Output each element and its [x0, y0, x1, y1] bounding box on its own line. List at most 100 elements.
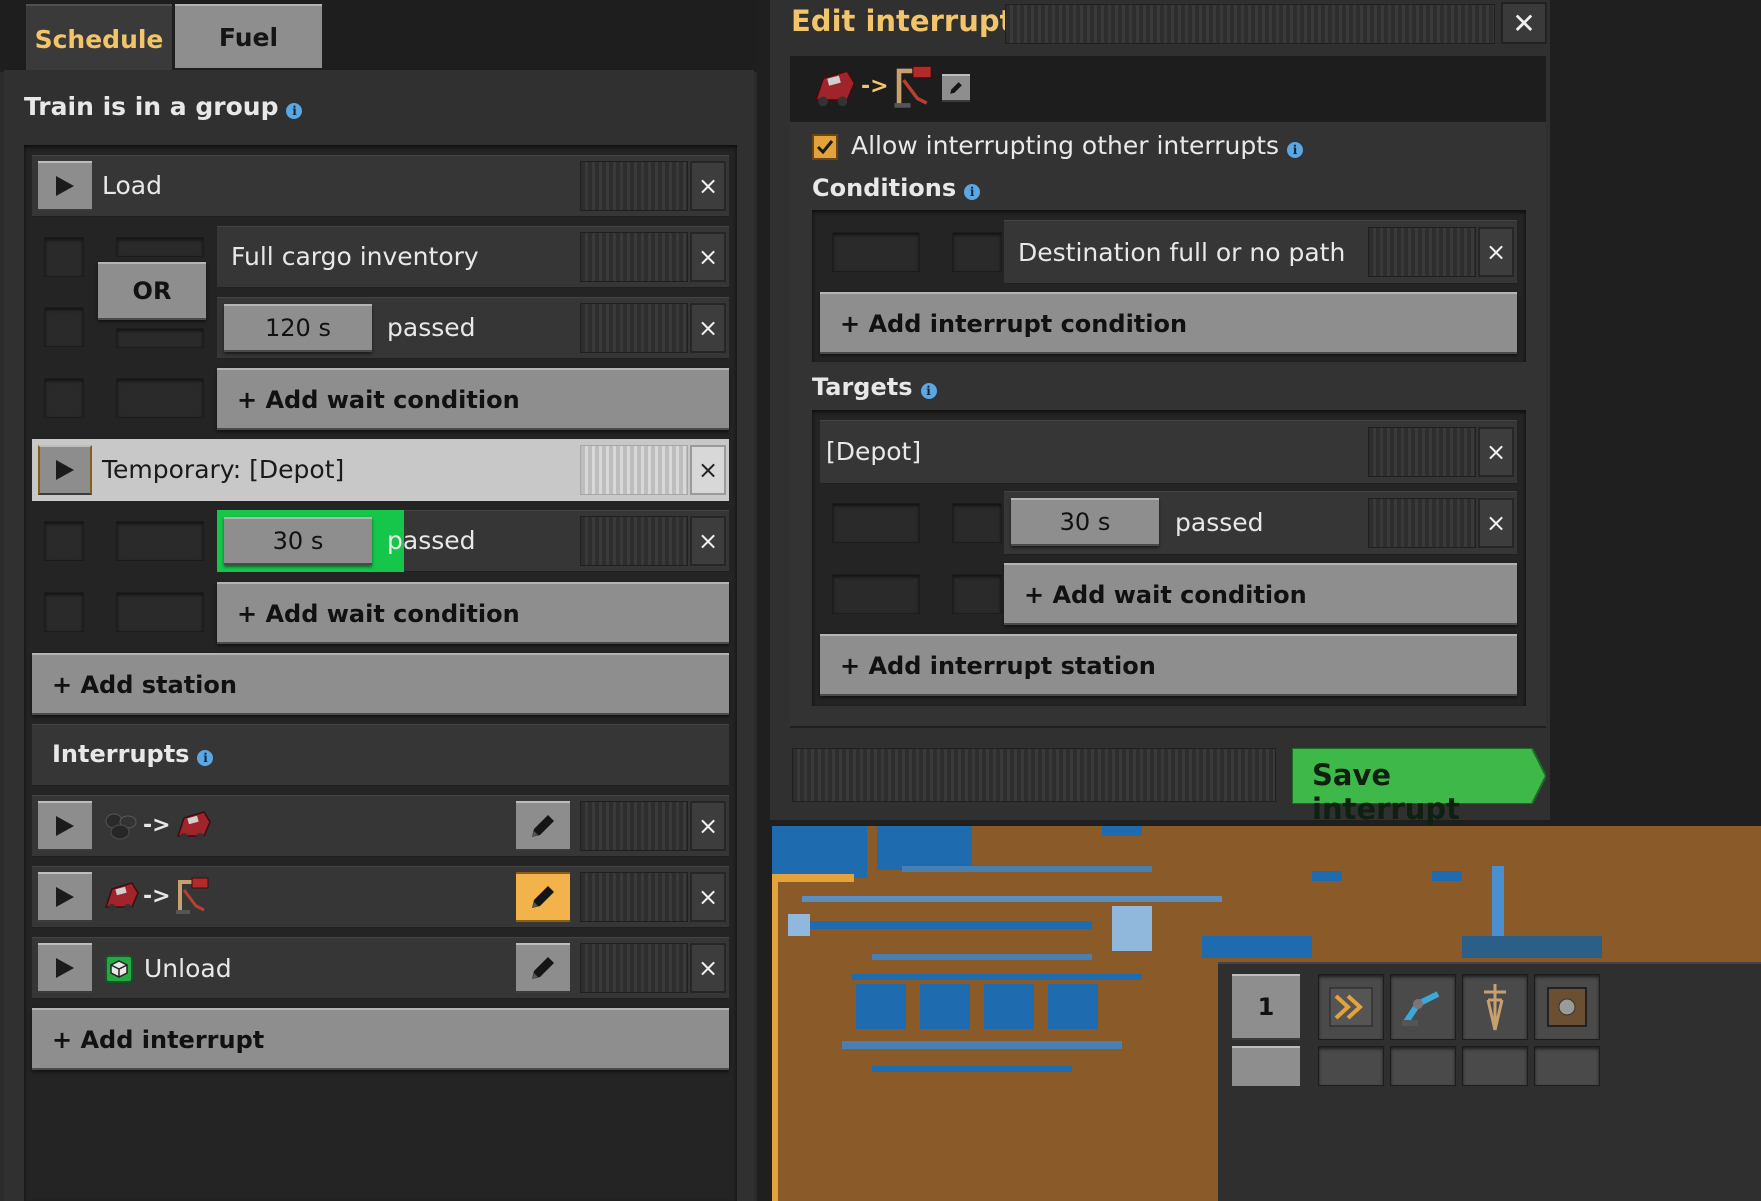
edit-interrupt-button[interactable] [516, 801, 570, 851]
add-station-button[interactable]: + Add station [32, 653, 729, 715]
coal-icon [104, 810, 138, 842]
time-value-button[interactable]: 120 s [224, 304, 372, 352]
drag-handle[interactable] [1368, 227, 1476, 277]
quickbar-slot[interactable] [1534, 1046, 1600, 1086]
quickbar-slot[interactable] [1318, 974, 1384, 1040]
group-heading-label: Train is in a group [24, 92, 279, 121]
checkmark-icon [816, 140, 834, 155]
allow-interrupting-checkbox[interactable] [812, 134, 838, 160]
remove-button[interactable]: × [690, 943, 726, 993]
quickbar-slot[interactable] [1462, 1046, 1528, 1086]
interrupts-heading-label: Interrupts [52, 740, 190, 768]
target-name: [Depot] [826, 437, 922, 466]
save-interrupt-button[interactable]: Save interrupt [1292, 748, 1546, 826]
drag-handle[interactable] [580, 943, 688, 993]
condition-slot [116, 328, 204, 348]
play-button[interactable] [38, 872, 92, 922]
quickbar-slot[interactable] [1390, 1046, 1456, 1086]
play-button[interactable] [38, 445, 92, 495]
or-combinator-button[interactable]: OR [98, 262, 206, 320]
add-wait-condition-button[interactable]: + Add wait condition [217, 368, 729, 430]
add-interrupt-condition-button[interactable]: + Add interrupt condition [820, 292, 1517, 354]
play-icon [56, 816, 74, 836]
quickbar-slot[interactable] [1318, 1046, 1384, 1086]
save-interrupt-label: Save interrupt [1312, 758, 1460, 826]
remove-button[interactable]: × [690, 303, 726, 353]
world-map[interactable]: 1 [772, 826, 1761, 1201]
window-drag-handle[interactable] [1005, 4, 1495, 44]
tab-schedule-label: Schedule [34, 24, 164, 54]
condition-slot [44, 307, 84, 347]
pencil-icon [950, 82, 962, 94]
info-icon[interactable]: i [286, 102, 303, 119]
bottom-drag-handle[interactable] [792, 748, 1276, 802]
condition-slot [832, 232, 920, 272]
interrupt-arrow: -> [143, 813, 171, 838]
transport-belt-icon [1329, 987, 1373, 1027]
edit-interrupt-button[interactable] [516, 943, 570, 993]
remove-button[interactable]: × [690, 445, 726, 495]
quickbar-page-button[interactable]: 1 [1232, 974, 1300, 1040]
play-button[interactable] [38, 801, 92, 851]
drag-handle[interactable] [1368, 498, 1476, 548]
tab-fuel-label: Fuel [218, 22, 279, 52]
close-window-button[interactable]: ✕ [1501, 2, 1547, 44]
remove-button[interactable]: × [690, 516, 726, 566]
add-interrupt-condition-label: + Add interrupt condition [840, 310, 1188, 338]
condition-suffix: passed [1175, 508, 1264, 537]
time-value-button[interactable]: 30 s [224, 517, 372, 565]
info-icon[interactable]: i [197, 749, 214, 766]
drag-handle[interactable] [580, 872, 688, 922]
condition-slot [44, 592, 84, 632]
quickbar-slot[interactable] [1534, 974, 1600, 1040]
condition-slot [116, 592, 204, 632]
tab-schedule[interactable]: Schedule [26, 4, 172, 72]
remove-button[interactable]: × [1478, 427, 1514, 477]
drag-handle[interactable] [580, 232, 688, 282]
info-icon[interactable]: i [920, 382, 937, 399]
edit-interrupt-button[interactable] [516, 872, 570, 922]
time-value-button[interactable]: 30 s [1011, 498, 1159, 546]
condition-slot [44, 521, 84, 561]
add-interrupt-button[interactable]: + Add interrupt [32, 1008, 729, 1070]
quickbar-slot[interactable] [1390, 974, 1456, 1040]
condition-slot [116, 521, 204, 561]
drag-handle[interactable] [580, 303, 688, 353]
remove-button[interactable]: × [690, 801, 726, 851]
electric-pole-icon [1484, 984, 1506, 1031]
quickbar-slot[interactable] [1462, 974, 1528, 1040]
info-icon[interactable]: i [964, 183, 981, 200]
play-button[interactable] [38, 943, 92, 993]
remove-button[interactable]: × [690, 872, 726, 922]
add-interrupt-station-label: + Add interrupt station [840, 652, 1156, 680]
remove-button[interactable]: × [1478, 498, 1514, 548]
rail-signal-icon [174, 876, 212, 916]
add-wait-condition-label: + Add wait condition [237, 600, 520, 628]
rename-button[interactable] [942, 74, 970, 102]
remove-button[interactable]: × [1478, 227, 1514, 277]
condition-slot [952, 232, 1002, 272]
remove-button[interactable]: × [690, 161, 726, 211]
locomotive-icon [102, 879, 140, 915]
processor-chip-icon [102, 952, 136, 986]
remove-button[interactable]: × [690, 232, 726, 282]
drag-handle[interactable] [580, 801, 688, 851]
allow-interrupting-row: Allow interrupting other interrupts i [851, 131, 1304, 160]
drag-handle[interactable] [580, 445, 688, 495]
add-interrupt-label: + Add interrupt [52, 1026, 265, 1054]
tab-fuel[interactable]: Fuel [175, 4, 322, 68]
drag-handle[interactable] [580, 516, 688, 566]
drag-handle[interactable] [1368, 427, 1476, 477]
drag-handle[interactable] [580, 161, 688, 211]
add-wait-condition-button[interactable]: + Add wait condition [217, 582, 729, 644]
condition-suffix: passed [387, 526, 476, 555]
quickbar-page-button[interactable] [1232, 1046, 1300, 1086]
condition-slot [832, 503, 920, 543]
info-icon[interactable]: i [1287, 141, 1304, 158]
play-icon [56, 176, 74, 196]
pencil-icon [532, 815, 554, 837]
add-wait-condition-button[interactable]: + Add wait condition [1004, 563, 1517, 625]
add-interrupt-station-button[interactable]: + Add interrupt station [820, 634, 1517, 696]
play-button[interactable] [38, 161, 92, 211]
condition-text: Full cargo inventory [231, 242, 479, 271]
